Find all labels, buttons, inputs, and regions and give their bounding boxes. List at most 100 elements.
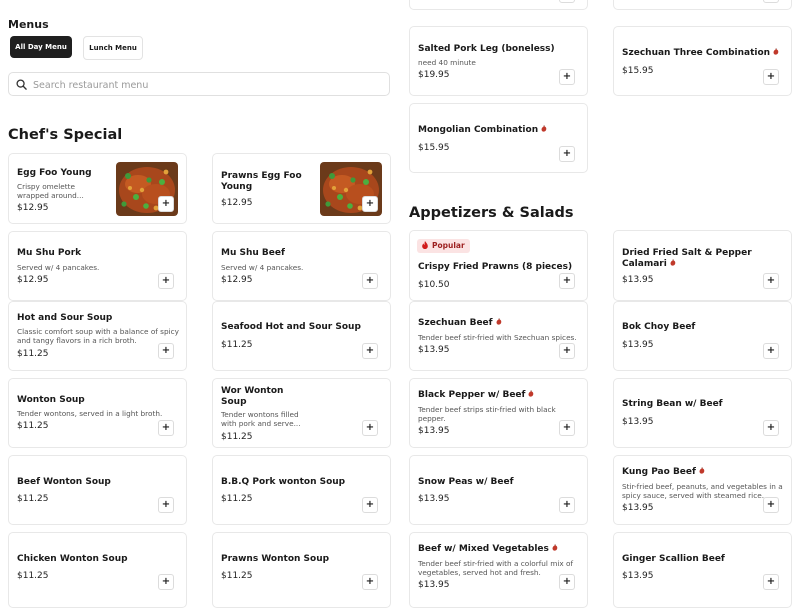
add-button[interactable]: + <box>559 420 575 436</box>
item-name: Szechuan Beef <box>418 318 588 329</box>
item-name: Beef Wonton Soup <box>17 477 111 487</box>
item-description: Tender beef stir-fried with a colorful m… <box>418 559 574 577</box>
add-button[interactable]: + <box>158 574 174 590</box>
fire-icon <box>422 241 428 249</box>
pepper-icon <box>528 390 534 397</box>
add-button[interactable]: + <box>559 0 575 3</box>
add-button[interactable]: + <box>763 574 779 590</box>
menu-item-card[interactable]: Kung Pao Beef Stir-fried beef, peanuts, … <box>613 455 792 525</box>
add-button[interactable]: + <box>158 343 174 359</box>
search-icon <box>16 79 27 90</box>
item-name: Dried Fried Salt & Pepper Calamari <box>622 248 762 270</box>
menu-item-card[interactable]: Seafood Hot and Sour Soup $11.25 + <box>212 301 391 371</box>
item-description: Served w/ 4 pancakes. <box>221 263 304 272</box>
add-button[interactable]: + <box>158 273 174 289</box>
item-name-text: Szechuan Beef <box>418 318 493 328</box>
item-name: Beef w/ Mixed Vegetables <box>418 544 588 555</box>
item-description: Tender beef strips stir-fried with black… <box>418 405 556 423</box>
add-button[interactable]: + <box>158 420 174 436</box>
item-name: String Bean w/ Beef <box>622 399 723 409</box>
menu-item-card[interactable]: Prawns Wonton Soup $11.25 + <box>212 532 391 608</box>
menu-item-card[interactable]: Wor Wonton Soup Tender wontons filled wi… <box>212 378 391 448</box>
item-price: $11.25 <box>17 349 49 359</box>
tab-lunch-menu[interactable]: Lunch Menu <box>83 36 143 60</box>
add-button[interactable]: + <box>362 420 378 436</box>
pepper-icon <box>496 318 502 325</box>
menu-item-card[interactable]: Prawns Egg Foo Young $12.95 + <box>212 153 391 224</box>
item-price: $11.25 <box>17 494 49 504</box>
item-name: Prawns Wonton Soup <box>221 554 330 564</box>
add-button[interactable]: + <box>559 146 575 162</box>
item-price: $11.25 <box>17 571 49 581</box>
menu-item-card[interactable]: Szechuan Beef Tender beef stir-fried wit… <box>409 301 588 371</box>
item-price: $12.95 <box>17 203 49 213</box>
popular-badge-label: Popular <box>432 241 465 250</box>
add-button[interactable]: + <box>362 343 378 359</box>
item-name: Wor Wonton Soup <box>221 386 284 407</box>
item-name: Kung Pao Beef <box>622 467 792 478</box>
menu-item-card[interactable]: Popular Crispy Fried Prawns (8 pieces) $… <box>409 230 588 301</box>
item-description: Tender wontons, served in a light broth. <box>17 409 163 418</box>
add-button[interactable]: + <box>763 273 779 289</box>
menu-item-card[interactable]: Hot and Sour Soup Classic comfort soup w… <box>8 301 187 371</box>
menu-item-card[interactable]: Wonton Soup Tender wontons, served in a … <box>8 378 187 448</box>
menu-item-card[interactable]: Snow Peas w/ Beef $13.95 + <box>409 455 588 525</box>
pepper-icon <box>552 544 558 551</box>
item-description: need 40 minute <box>418 58 476 67</box>
search-bar[interactable] <box>8 72 390 96</box>
add-button[interactable]: + <box>559 273 575 289</box>
item-description: Tender beef stir-fried with Szechuan spi… <box>418 333 577 342</box>
menu-item-card[interactable]: Black Pepper w/ Beef Tender beef strips … <box>409 378 588 448</box>
add-button[interactable]: + <box>763 0 779 3</box>
menu-item-card[interactable]: Mu Shu Pork Served w/ 4 pancakes. $12.95… <box>8 231 187 301</box>
add-button[interactable]: + <box>362 497 378 513</box>
add-button[interactable]: + <box>362 196 378 212</box>
add-button[interactable]: + <box>763 69 779 85</box>
item-name: Snow Peas w/ Beef <box>418 477 514 487</box>
add-button[interactable]: + <box>362 273 378 289</box>
menu-item-card[interactable]: Egg Foo Young Crispy omelette wrapped ar… <box>8 153 187 224</box>
menu-item-card[interactable]: Szechuan Three Combination $15.95 + <box>613 26 792 96</box>
item-name: Mu Shu Pork <box>17 248 82 258</box>
item-name: Chicken Wonton Soup <box>17 554 128 564</box>
menu-item-card[interactable]: Bok Choy Beef $13.95 + <box>613 301 792 371</box>
item-price: $11.25 <box>221 432 253 442</box>
add-button[interactable]: + <box>158 196 174 212</box>
menu-item-card[interactable]: String Bean w/ Beef $13.95 + <box>613 378 792 448</box>
menu-item-card[interactable]: Chicken Wonton Soup $11.25 + <box>8 532 187 608</box>
menu-item-card[interactable]: + <box>409 0 588 10</box>
menu-item-card[interactable]: Mu Shu Beef Served w/ 4 pancakes. $12.95… <box>212 231 391 301</box>
menu-item-card[interactable]: + <box>613 0 792 10</box>
menu-item-card[interactable]: Mongolian Combination $15.95 + <box>409 103 588 173</box>
add-button[interactable]: + <box>763 497 779 513</box>
item-price: $15.95 <box>622 66 654 76</box>
menu-item-card[interactable]: B.B.Q Pork wonton Soup $11.25 + <box>212 455 391 525</box>
add-button[interactable]: + <box>763 343 779 359</box>
add-button[interactable]: + <box>559 69 575 85</box>
add-button[interactable]: + <box>362 574 378 590</box>
menu-item-card[interactable]: Salted Pork Leg (boneless) need 40 minut… <box>409 26 588 96</box>
pepper-icon <box>541 125 547 132</box>
item-price: $13.95 <box>418 426 450 436</box>
add-button[interactable]: + <box>559 343 575 359</box>
item-name: Szechuan Three Combination <box>622 48 792 59</box>
add-button[interactable]: + <box>559 574 575 590</box>
add-button[interactable]: + <box>158 497 174 513</box>
item-name: Hot and Sour Soup <box>17 313 113 323</box>
menu-item-card[interactable]: Beef w/ Mixed Vegetables Tender beef sti… <box>409 532 588 608</box>
item-price: $13.95 <box>622 340 654 350</box>
item-price: $13.95 <box>622 503 654 513</box>
item-price: $10.50 <box>418 280 450 290</box>
add-button[interactable]: + <box>763 420 779 436</box>
item-price: $13.95 <box>418 494 450 504</box>
section-title-appetizers: Appetizers & Salads <box>409 205 574 221</box>
item-price: $13.95 <box>622 275 654 285</box>
menu-item-card[interactable]: Ginger Scallion Beef $13.95 + <box>613 532 792 608</box>
add-button[interactable]: + <box>559 497 575 513</box>
search-input[interactable] <box>31 76 385 94</box>
menu-item-card[interactable]: Dried Fried Salt & Pepper Calamari $13.9… <box>613 230 792 301</box>
item-name: Crispy Fried Prawns (8 pieces) <box>418 262 573 272</box>
tab-all-day-menu[interactable]: All Day Menu <box>10 36 72 58</box>
pepper-icon <box>699 467 705 474</box>
menu-item-card[interactable]: Beef Wonton Soup $11.25 + <box>8 455 187 525</box>
